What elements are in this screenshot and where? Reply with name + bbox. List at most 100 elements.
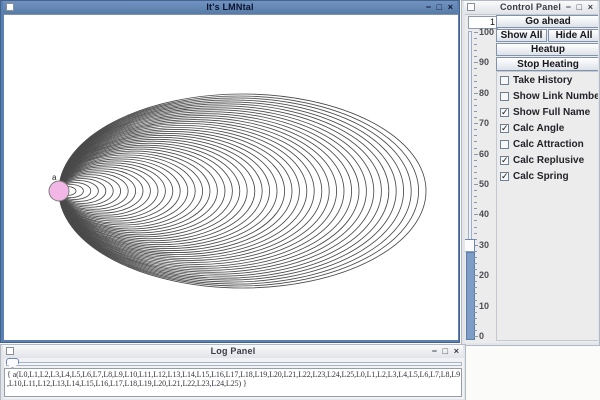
self-link-loop bbox=[59, 163, 165, 219]
slider-tick bbox=[474, 154, 478, 155]
checkbox-unchecked-icon[interactable] bbox=[500, 140, 509, 149]
slider-tick bbox=[474, 148, 477, 149]
hide-all-button[interactable]: Hide All bbox=[548, 29, 598, 42]
slider-scale-label: 20 bbox=[479, 271, 497, 280]
slider-tick bbox=[474, 44, 477, 45]
slider-tick bbox=[474, 160, 477, 161]
slider-tick bbox=[474, 62, 478, 63]
slider-tick bbox=[474, 257, 477, 258]
minimize-icon[interactable]: − bbox=[430, 346, 439, 357]
checkbox-label: Show Full Name bbox=[513, 107, 590, 118]
slider-scale-label: 40 bbox=[479, 210, 497, 219]
graph-canvas[interactable]: a bbox=[4, 15, 458, 340]
checkbox-label: Calc Angle bbox=[513, 123, 564, 134]
checkbox-checked-icon[interactable]: ✓ bbox=[500, 172, 509, 181]
self-link-loop bbox=[59, 167, 150, 215]
go-ahead-button[interactable]: Go ahead bbox=[496, 15, 598, 28]
checkbox-label: Calc Replusive bbox=[513, 155, 584, 166]
graph-viewport[interactable]: a bbox=[4, 14, 458, 340]
checkbox-label: Show Link Number bbox=[513, 91, 598, 102]
slider-scale-label: 10 bbox=[479, 302, 497, 311]
close-icon[interactable]: × bbox=[446, 2, 455, 13]
window-icon bbox=[467, 3, 475, 11]
checkbox-checked-icon[interactable]: ✓ bbox=[500, 108, 509, 117]
slider-tick bbox=[474, 227, 477, 228]
log-history-slider[interactable] bbox=[4, 358, 464, 368]
close-icon[interactable]: × bbox=[452, 346, 461, 357]
slider-thumb[interactable] bbox=[6, 358, 19, 368]
slider-tick bbox=[474, 81, 477, 82]
slider-tick bbox=[474, 318, 477, 319]
slider-tick bbox=[474, 220, 477, 221]
minimize-icon[interactable]: − bbox=[564, 2, 573, 13]
self-link-loop bbox=[59, 159, 180, 223]
show-all-button[interactable]: Show All bbox=[496, 29, 547, 42]
control-panel-title: Control Panel bbox=[500, 2, 561, 12]
checkbox-unchecked-icon[interactable] bbox=[500, 92, 509, 101]
slider-tick bbox=[474, 99, 477, 100]
slider-tick bbox=[474, 269, 477, 270]
log-line: { a(L0,L1,L2,L3,L4,L5,L6,L7,L8,L9,L10,L1… bbox=[7, 370, 459, 379]
maximize-icon[interactable]: □ bbox=[441, 346, 450, 357]
checkbox-row[interactable]: ✓ Calc Replusive bbox=[497, 152, 598, 168]
main-window-titlebar[interactable]: It's LMNtal − □ × bbox=[3, 1, 457, 14]
slider-tick bbox=[474, 135, 477, 136]
checkbox-label: Calc Spring bbox=[513, 171, 569, 182]
main-window: It's LMNtal − □ × a bbox=[0, 0, 460, 343]
checkbox-unchecked-icon[interactable] bbox=[500, 76, 509, 85]
slider-tick bbox=[474, 190, 477, 191]
checkbox-row[interactable]: Take History bbox=[497, 72, 598, 88]
control-panel-titlebar[interactable]: Control Panel − □ × bbox=[464, 1, 597, 14]
slider-scale-label: 0 bbox=[479, 332, 497, 341]
log-panel-window: Log Panel − □ × { a(L0,L1,L2,L3,L4,L5,L6… bbox=[0, 344, 466, 400]
options-panel: Take History Show Link Number ✓ Show Full N… bbox=[496, 71, 598, 341]
slider-tick bbox=[474, 75, 477, 76]
checkbox-row[interactable]: ✓ Calc Angle bbox=[497, 120, 598, 136]
slider-tick bbox=[474, 324, 477, 325]
close-icon[interactable]: × bbox=[586, 2, 595, 13]
slider-tick bbox=[474, 172, 477, 173]
heatup-button[interactable]: Heatup bbox=[496, 43, 598, 56]
slider-scale-label: 90 bbox=[479, 58, 497, 67]
slider-fill bbox=[466, 252, 475, 340]
temperature-slider[interactable]: 1009080706050403020100 bbox=[465, 28, 495, 341]
checkbox-row[interactable]: ✓ Show Full Name bbox=[497, 104, 598, 120]
window-icon bbox=[6, 3, 14, 11]
slider-thumb[interactable] bbox=[465, 239, 475, 252]
checkbox-checked-icon[interactable]: ✓ bbox=[500, 156, 509, 165]
slider-scale-label: 70 bbox=[479, 119, 497, 128]
slider-tick bbox=[474, 293, 477, 294]
slider-tick bbox=[474, 50, 477, 51]
slider-track[interactable] bbox=[6, 362, 462, 366]
slider-tick bbox=[474, 117, 477, 118]
checkbox-checked-icon[interactable]: ✓ bbox=[500, 124, 509, 133]
slider-tick bbox=[474, 129, 477, 130]
slider-tick bbox=[474, 202, 477, 203]
atom-node[interactable] bbox=[49, 181, 69, 201]
slider-tick bbox=[474, 56, 477, 57]
stop-heating-button[interactable]: Stop Heating bbox=[496, 57, 598, 71]
slider-tick bbox=[474, 141, 477, 142]
slider-tick bbox=[474, 123, 478, 124]
maximize-icon[interactable]: □ bbox=[575, 2, 584, 13]
window-icon bbox=[6, 347, 14, 355]
slider-tick bbox=[474, 330, 477, 331]
maximize-icon[interactable]: □ bbox=[435, 2, 444, 13]
checkbox-label: Calc Attraction bbox=[513, 139, 584, 150]
slider-tick bbox=[474, 306, 478, 307]
log-line: ,L10,L11,L12,L13,L14,L15,L16,L17,L18,L19… bbox=[7, 379, 459, 388]
log-panel-titlebar[interactable]: Log Panel − □ × bbox=[3, 345, 463, 358]
minimize-icon[interactable]: − bbox=[424, 2, 433, 13]
checkbox-row[interactable]: Show Link Number bbox=[497, 88, 598, 104]
log-output[interactable]: { a(L0,L1,L2,L3,L4,L5,L6,L7,L8,L9,L10,L1… bbox=[4, 368, 462, 397]
checkbox-row[interactable]: Calc Attraction bbox=[497, 136, 598, 152]
slider-tick bbox=[474, 32, 478, 33]
slider-tick bbox=[474, 312, 477, 313]
slider-tick bbox=[474, 178, 477, 179]
slider-tick bbox=[474, 68, 477, 69]
slider-tick bbox=[474, 208, 477, 209]
slider-tick bbox=[474, 214, 478, 215]
slider-tick bbox=[474, 336, 478, 337]
slider-tick bbox=[474, 233, 477, 234]
checkbox-row[interactable]: ✓ Calc Spring bbox=[497, 168, 598, 184]
